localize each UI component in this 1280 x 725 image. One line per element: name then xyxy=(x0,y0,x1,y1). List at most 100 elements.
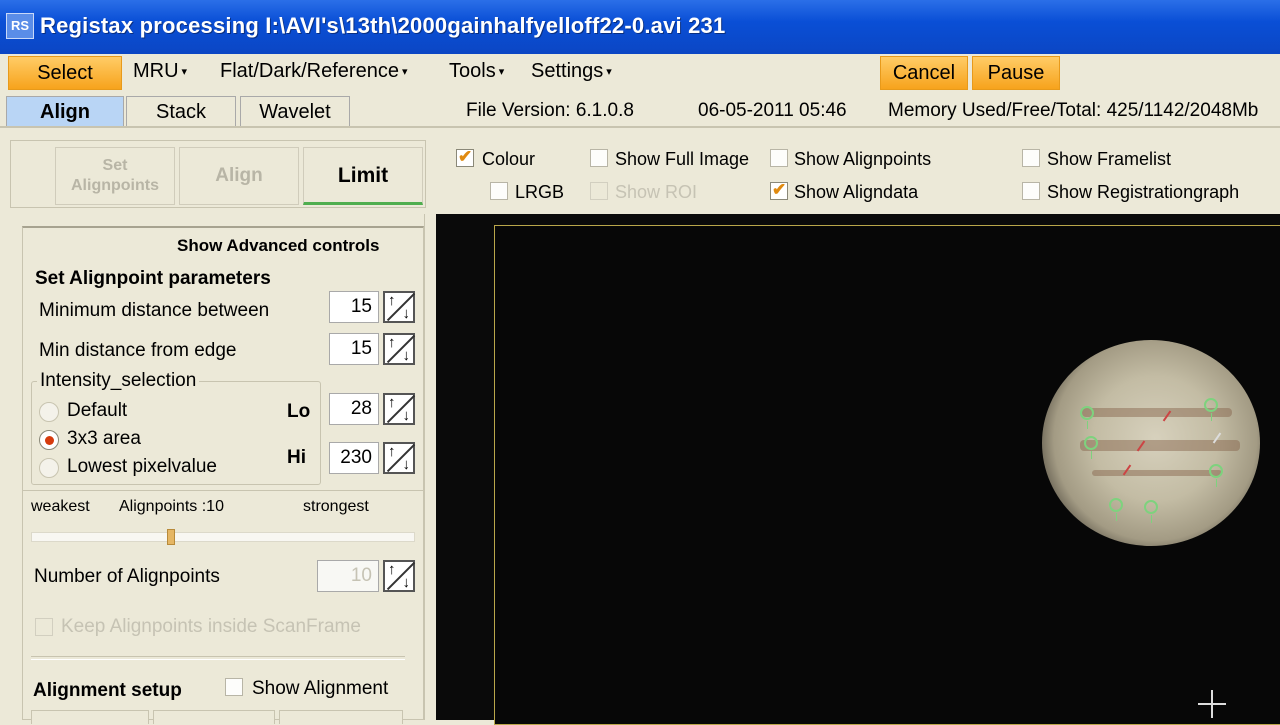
menu-mru[interactable]: MRU ▾ xyxy=(133,60,187,83)
keep-inside-checkbox xyxy=(35,618,53,636)
menu-flat-dark-reference[interactable]: Flat/Dark/Reference ▾ xyxy=(220,60,408,83)
show-advanced-controls-link[interactable]: Show Advanced controls xyxy=(177,236,379,256)
num-alignpoints-input: 10 xyxy=(317,560,379,592)
radio-3x3-area[interactable] xyxy=(39,430,59,450)
memory-status: Memory Used/Free/Total: 425/1142/2048Mb xyxy=(888,100,1259,121)
align-action-bar: Set Alignpoints Align Limit xyxy=(10,140,426,208)
panel-splitter[interactable] xyxy=(424,214,436,720)
radio-3x3-label: 3x3 area xyxy=(67,428,141,449)
lrgb-label: LRGB xyxy=(515,182,565,202)
datetime: 06-05-2011 05:46 xyxy=(698,100,847,121)
app-icon: RS xyxy=(6,13,34,39)
keep-inside-label: Keep Alignpoints inside ScanFrame xyxy=(61,616,361,637)
tab-wavelet[interactable]: Wavelet xyxy=(240,96,350,126)
hi-spinner[interactable] xyxy=(383,442,416,474)
divider xyxy=(31,656,405,660)
planet-band xyxy=(1080,440,1240,451)
spinner-diagonal xyxy=(386,394,416,424)
tab-stack[interactable]: Stack xyxy=(126,96,236,126)
show-aligndata-label: Show Aligndata xyxy=(794,182,919,202)
lo-spinner[interactable] xyxy=(383,393,416,425)
menu-tools[interactable]: Tools ▾ xyxy=(449,60,504,83)
tab-row: Align Stack Wavelet File Version: 6.1.0.… xyxy=(0,92,1280,128)
colour-label: Colour xyxy=(482,149,536,169)
show-registrationgraph-label: Show Registrationgraph xyxy=(1047,182,1240,202)
window-title: Registax processing I:\AVI's\13th\2000ga… xyxy=(40,13,726,38)
alignment-button-1[interactable] xyxy=(31,710,149,724)
chevron-down-icon: ▾ xyxy=(401,66,408,79)
tab-align[interactable]: Align xyxy=(6,96,124,126)
alignpoint-marker[interactable] xyxy=(1209,464,1223,487)
spinner-diagonal xyxy=(386,334,416,364)
menu-settings-label: Settings xyxy=(531,60,604,82)
show-alignment-label: Show Alignment xyxy=(252,678,389,699)
radio-lowest-label: Lowest pixelvalue xyxy=(67,456,217,477)
min-edge-label: Min distance from edge xyxy=(39,340,237,361)
show-alignpoints-label: Show Alignpoints xyxy=(794,149,932,169)
show-roi-label: Show ROI xyxy=(615,182,698,202)
chevron-down-icon: ▾ xyxy=(181,66,188,79)
alignpoints-count-label: Alignpoints :10 xyxy=(119,498,224,515)
show-aligndata-checkbox[interactable] xyxy=(770,180,788,200)
weakest-label: weakest xyxy=(31,498,90,515)
limit-button[interactable]: Limit xyxy=(303,147,423,205)
colour-checkbox[interactable] xyxy=(456,147,474,167)
divider xyxy=(23,490,423,491)
crosshair-cursor-icon xyxy=(1198,690,1226,718)
alignpoint-strength-slider[interactable] xyxy=(31,529,415,545)
lo-input[interactable]: 28 xyxy=(329,393,379,425)
alignment-button-2[interactable] xyxy=(153,710,275,724)
set-alignpoints-label-1: Set xyxy=(102,157,128,174)
intensity-group-label: Intensity_selection xyxy=(37,370,200,392)
alignpoint-marker[interactable] xyxy=(1109,498,1123,521)
radio-default-label: Default xyxy=(67,400,128,421)
file-version: File Version: 6.1.0.8 xyxy=(466,100,634,121)
spinner-diagonal xyxy=(386,443,416,473)
show-roi-checkbox xyxy=(590,182,608,200)
min-edge-input[interactable]: 15 xyxy=(329,333,379,365)
show-registrationgraph-checkbox[interactable] xyxy=(1022,182,1040,200)
radio-lowest-pixelvalue[interactable] xyxy=(39,458,59,478)
menu-settings[interactable]: Settings ▾ xyxy=(531,60,612,83)
strongest-label: strongest xyxy=(303,498,369,515)
alignpoint-marker[interactable] xyxy=(1080,406,1094,429)
alignment-setup-title: Alignment setup xyxy=(33,680,182,701)
show-framelist-label: Show Framelist xyxy=(1047,149,1172,169)
set-alignpoints-button[interactable]: Set Alignpoints xyxy=(55,147,175,205)
chevron-down-icon: ▾ xyxy=(606,66,612,79)
min-edge-spinner[interactable] xyxy=(383,333,416,365)
hi-input[interactable]: 230 xyxy=(329,442,379,474)
show-alignpoints-checkbox[interactable] xyxy=(770,149,788,167)
chevron-down-icon: ▾ xyxy=(498,66,505,79)
show-full-image-checkbox[interactable] xyxy=(590,149,608,167)
radio-default[interactable] xyxy=(39,402,59,422)
menu-mru-label: MRU xyxy=(133,60,179,82)
section-title: Set Alignpoint parameters xyxy=(35,268,271,289)
menu-flat-label: Flat/Dark/Reference xyxy=(220,60,399,82)
spinner-diagonal xyxy=(386,292,416,322)
pause-button[interactable]: Pause xyxy=(972,56,1060,90)
num-alignpoints-spinner[interactable] xyxy=(383,560,416,592)
alignpoint-marker[interactable] xyxy=(1084,436,1098,459)
min-distance-input[interactable]: 15 xyxy=(329,291,379,323)
num-alignpoints-label: Number of Alignpoints xyxy=(34,566,220,587)
min-distance-label: Minimum distance between xyxy=(39,300,270,321)
set-alignpoints-label-2: Alignpoints xyxy=(71,177,159,194)
planet-image xyxy=(1042,340,1260,546)
align-button[interactable]: Align xyxy=(179,147,299,205)
alignpoint-marker[interactable] xyxy=(1204,398,1218,421)
alignpoint-marker[interactable] xyxy=(1144,500,1158,523)
show-alignment-checkbox[interactable] xyxy=(225,678,243,696)
menu-tools-label: Tools xyxy=(449,60,496,82)
show-framelist-checkbox[interactable] xyxy=(1022,149,1040,167)
menu-bar: Select MRU ▾ Flat/Dark/Reference ▾ Tools ▾ … xyxy=(0,54,1280,92)
cancel-button[interactable]: Cancel xyxy=(880,56,968,90)
min-distance-spinner[interactable] xyxy=(383,291,416,323)
select-button[interactable]: Select xyxy=(8,56,122,90)
alignpoint-panel: Show Advanced controls Set Alignpoint pa… xyxy=(22,226,424,724)
alignment-button-3[interactable] xyxy=(279,710,403,724)
slider-thumb[interactable] xyxy=(167,529,175,545)
hi-label: Hi xyxy=(287,447,306,468)
lrgb-checkbox[interactable] xyxy=(490,182,508,200)
planet-band xyxy=(1092,470,1222,476)
